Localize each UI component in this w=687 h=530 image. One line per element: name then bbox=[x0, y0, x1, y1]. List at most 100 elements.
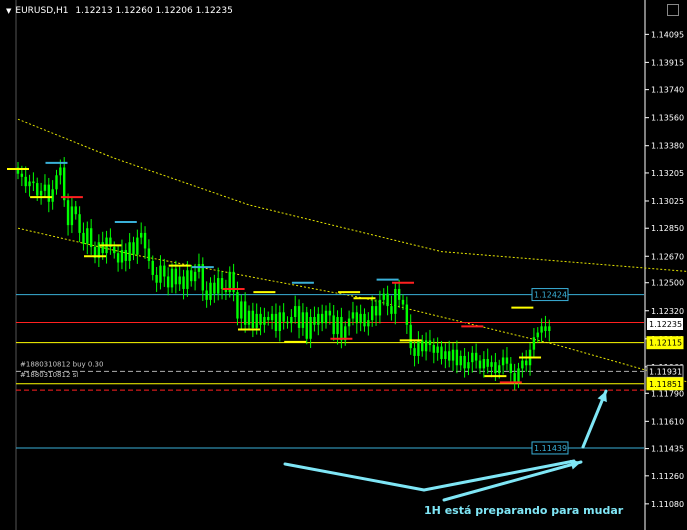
candle-body bbox=[186, 270, 189, 289]
candle-body bbox=[143, 232, 147, 249]
candle-body bbox=[278, 312, 281, 332]
close-icon[interactable] bbox=[667, 4, 679, 16]
candle-body bbox=[63, 167, 66, 201]
candle-body bbox=[259, 313, 262, 325]
candle-body bbox=[505, 357, 509, 364]
candle-body bbox=[263, 316, 266, 325]
candle-body bbox=[205, 290, 208, 300]
y-tick-label: 1.11080 bbox=[651, 500, 684, 509]
candle-body bbox=[409, 324, 412, 349]
candle-body bbox=[513, 373, 516, 383]
candle-body bbox=[113, 246, 116, 254]
candle-body bbox=[451, 349, 455, 361]
candle-body bbox=[240, 301, 243, 319]
candle-body bbox=[155, 274, 158, 283]
candle-body bbox=[532, 337, 536, 350]
candle-body bbox=[413, 348, 416, 356]
candle-body bbox=[367, 320, 370, 327]
candle-body bbox=[290, 316, 293, 324]
candle-body bbox=[397, 288, 401, 300]
candle-body bbox=[340, 316, 343, 341]
candle-body bbox=[36, 183, 39, 196]
y-tick-label: 1.12850 bbox=[651, 224, 684, 233]
candle-body bbox=[163, 265, 166, 277]
candle-body bbox=[243, 301, 247, 325]
candle-body bbox=[217, 278, 220, 294]
chart-window: 1.14095 1.13915 1.13740 1.13560 1.13380 1.132… bbox=[0, 0, 687, 530]
candle-body bbox=[424, 340, 428, 352]
candle-body bbox=[517, 368, 520, 383]
candle-body bbox=[47, 184, 50, 202]
candle-body bbox=[347, 318, 351, 327]
chart-annotation: 1H está preparando para mudar bbox=[424, 504, 624, 517]
candle-body bbox=[178, 276, 181, 285]
candle-body bbox=[474, 352, 478, 361]
candle-body bbox=[166, 276, 170, 288]
candle-body bbox=[467, 362, 470, 369]
chevron-down-icon[interactable]: ▼ bbox=[6, 7, 11, 15]
candle-body bbox=[20, 173, 24, 177]
candle-body bbox=[120, 250, 124, 263]
candle-body bbox=[236, 292, 239, 319]
price-chart[interactable]: 1.14095 1.13915 1.13740 1.13560 1.13380 1.132… bbox=[0, 0, 687, 530]
candle-body bbox=[386, 293, 389, 307]
y-tick-label: 1.11260 bbox=[651, 472, 684, 481]
candle-body bbox=[401, 299, 405, 305]
candle-body bbox=[374, 306, 378, 316]
y-tick-label: 1.12320 bbox=[651, 307, 684, 316]
chart-header: ▼ EURUSD,H1 1.12213 1.12260 1.12206 1.122… bbox=[6, 2, 233, 20]
candle-body bbox=[274, 313, 278, 332]
level-price-label: 1.11439 bbox=[534, 444, 567, 453]
candle-body bbox=[544, 326, 547, 332]
ohlc-values: 1.12213 1.12260 1.12206 1.12235 bbox=[75, 6, 233, 16]
candle-body bbox=[82, 232, 85, 244]
candle-body bbox=[324, 310, 328, 324]
candle-body bbox=[417, 340, 420, 356]
candle-body bbox=[363, 313, 366, 327]
candle-body bbox=[428, 340, 432, 346]
candle-body bbox=[267, 316, 270, 321]
candle-body bbox=[66, 200, 70, 226]
candle-body bbox=[444, 351, 447, 360]
candle-body bbox=[378, 299, 382, 316]
candle-body bbox=[440, 346, 443, 360]
candle-body bbox=[432, 345, 435, 353]
candle-body bbox=[151, 260, 154, 275]
current-price-label: 1.12235 bbox=[649, 320, 682, 329]
candle-body bbox=[313, 316, 316, 325]
y-tick-label: 1.13205 bbox=[651, 169, 684, 178]
candle-body bbox=[28, 181, 31, 187]
candle-body bbox=[247, 310, 251, 325]
candle-body bbox=[297, 306, 301, 328]
candle-body bbox=[59, 167, 62, 176]
candle-body bbox=[209, 282, 212, 300]
order-label: #1880310812 sl bbox=[20, 371, 78, 379]
y-tick-label: 1.12670 bbox=[651, 252, 684, 261]
candle-body bbox=[421, 340, 424, 352]
candle-body bbox=[521, 360, 524, 369]
candle-body bbox=[305, 312, 308, 339]
candle-body bbox=[51, 189, 54, 202]
candle-body bbox=[43, 184, 47, 191]
candle-body bbox=[486, 359, 489, 367]
candle-body bbox=[301, 312, 305, 328]
candle-body bbox=[332, 315, 335, 335]
candle-body bbox=[182, 276, 185, 289]
candle-body bbox=[32, 181, 35, 184]
candle-body bbox=[548, 326, 551, 332]
candle-body bbox=[482, 359, 486, 369]
candle-body bbox=[498, 365, 501, 374]
candle-body bbox=[478, 360, 482, 369]
candle-body bbox=[455, 349, 459, 366]
symbol-label: EURUSD,H1 bbox=[15, 6, 69, 16]
y-tick-label: 1.13025 bbox=[651, 197, 684, 206]
candle-body bbox=[309, 316, 312, 339]
candle-body bbox=[140, 232, 143, 238]
candle-body bbox=[294, 306, 297, 317]
candle-body bbox=[255, 313, 258, 328]
candle-body bbox=[193, 271, 197, 282]
candle-body bbox=[317, 313, 320, 325]
candle-body bbox=[39, 190, 43, 196]
candle-body bbox=[501, 357, 505, 366]
candle-body bbox=[359, 313, 362, 324]
